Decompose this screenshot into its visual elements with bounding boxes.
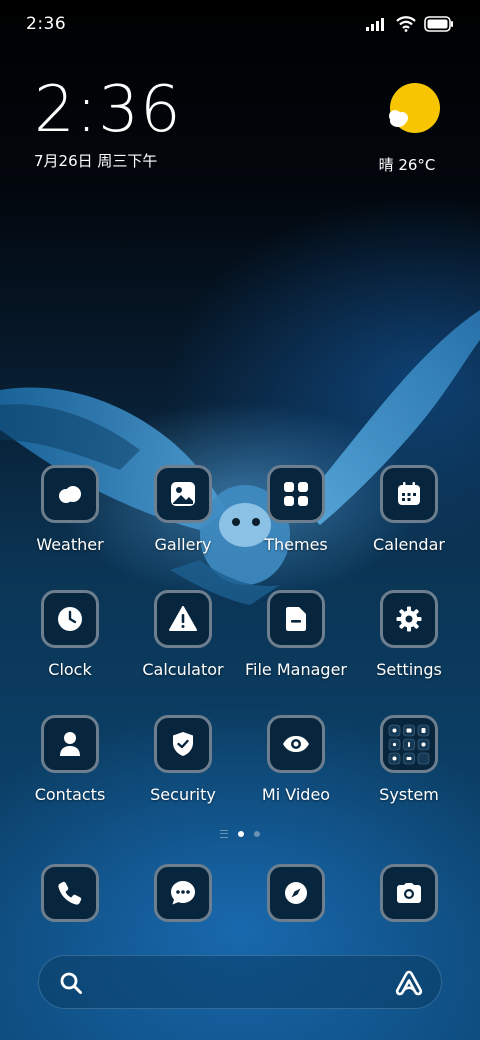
app-calendar[interactable]: Calendar <box>354 465 464 554</box>
clock-time: 2:36 <box>34 73 182 147</box>
gallery-icon <box>154 465 212 523</box>
app-label: Clock <box>48 660 92 679</box>
app-label: Gallery <box>154 535 212 554</box>
dock-camera[interactable] <box>379 864 439 922</box>
file-manager-icon <box>267 590 325 648</box>
app-label: File Manager <box>245 660 347 679</box>
app-label: Weather <box>36 535 104 554</box>
camera-icon <box>380 864 438 922</box>
dock-phone[interactable] <box>40 864 100 922</box>
app-calculator[interactable]: Calculator <box>128 590 238 679</box>
app-mi-video[interactable]: Mi Video <box>241 715 351 804</box>
system-folder-icon <box>380 715 438 773</box>
app-label: Security <box>150 785 216 804</box>
signal-icon <box>366 18 384 31</box>
app-system-folder[interactable]: System <box>354 715 464 804</box>
app-file-manager[interactable]: File Manager <box>241 590 351 679</box>
wifi-icon <box>396 16 416 32</box>
security-icon <box>154 715 212 773</box>
calculator-icon <box>154 590 212 648</box>
search-bar[interactable] <box>38 955 442 1009</box>
page-dot <box>254 831 260 837</box>
app-label: Settings <box>376 660 442 679</box>
app-gallery[interactable]: Gallery <box>128 465 238 554</box>
dock-messages[interactable] <box>153 864 213 922</box>
assistant-icon[interactable] <box>395 970 423 996</box>
settings-icon <box>380 590 438 648</box>
app-label: Calculator <box>142 660 224 679</box>
app-label: System <box>379 785 439 804</box>
mi-video-icon <box>267 715 325 773</box>
calendar-icon <box>380 465 438 523</box>
app-label: Themes <box>264 535 328 554</box>
dock-browser[interactable] <box>266 864 326 922</box>
weather-widget[interactable]: 晴 26°C <box>379 82 444 175</box>
clock-icon <box>41 590 99 648</box>
page-indicator[interactable] <box>0 830 480 838</box>
app-label: Contacts <box>34 785 106 804</box>
contacts-icon <box>41 715 99 773</box>
battery-icon <box>424 16 453 32</box>
app-themes[interactable]: Themes <box>241 465 351 554</box>
app-settings[interactable]: Settings <box>354 590 464 679</box>
status-icons <box>366 14 454 34</box>
app-drawer-lines-icon <box>220 830 228 838</box>
browser-icon <box>267 864 325 922</box>
clock-date: 7月26日 周三下午 <box>34 152 158 170</box>
phone-icon <box>41 864 99 922</box>
messages-icon <box>154 864 212 922</box>
clock-widget[interactable]: 2:36 7月26日 周三下午 <box>34 78 182 171</box>
search-icon[interactable] <box>59 971 83 995</box>
app-weather[interactable]: Weather <box>15 465 125 554</box>
app-clock[interactable]: Clock <box>15 590 125 679</box>
app-security[interactable]: Security <box>128 715 238 804</box>
app-label: Mi Video <box>261 785 331 804</box>
weather-icon <box>41 465 99 523</box>
status-bar: 2:36 <box>0 0 480 50</box>
app-contacts[interactable]: Contacts <box>15 715 125 804</box>
sun-cloud-icon <box>389 83 440 133</box>
app-label: Calendar <box>373 535 445 554</box>
page-dot-active <box>238 831 244 837</box>
status-time: 2:36 <box>26 14 67 34</box>
weather-text: 晴 26°C <box>378 156 436 174</box>
themes-icon <box>267 465 325 523</box>
